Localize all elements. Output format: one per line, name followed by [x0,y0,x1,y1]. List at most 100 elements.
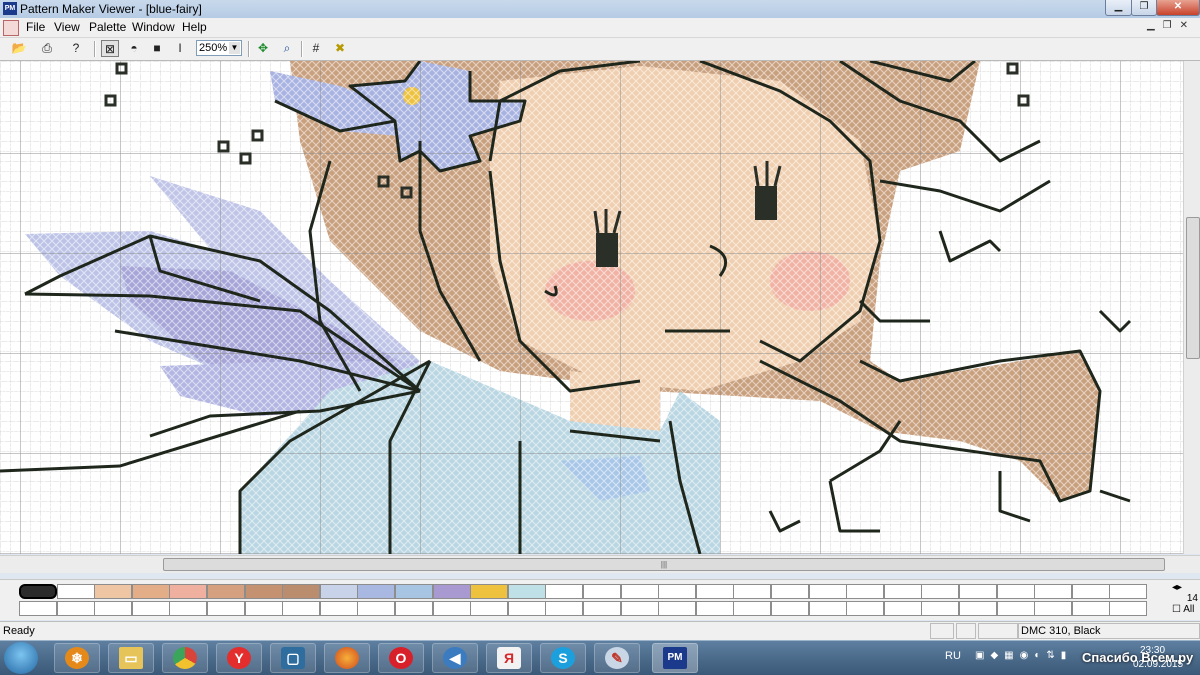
palette-swatch[interactable] [846,601,884,616]
palette-swatch[interactable] [94,601,132,616]
zoom-icon[interactable]: ⌕ [278,40,296,57]
close-button[interactable]: ✕ [1156,0,1200,16]
document-icon[interactable] [3,20,19,36]
palette-swatch[interactable] [433,584,471,599]
palette-swatch[interactable] [19,601,57,616]
palette-swatch[interactable] [245,584,283,599]
full-stitch-icon[interactable]: ⊠ [101,40,119,57]
taskbar-chrome[interactable] [162,643,208,673]
palette-swatch[interactable] [771,601,809,616]
palette-swatch[interactable] [1072,584,1110,599]
palette-swatch[interactable] [921,584,959,599]
text-cursor-icon[interactable]: I [171,40,189,57]
palette-swatch[interactable] [508,601,546,616]
palette-swatch[interactable] [320,601,358,616]
taskbar-yandex[interactable]: Y [216,643,262,673]
system-tray-icons[interactable]: ▣◆▦◉◐⇅▮ [975,650,1072,661]
palette-scroll-arrows[interactable]: ◂▸ [1172,582,1200,593]
palette-swatch[interactable] [583,601,621,616]
menu-file[interactable]: File [26,20,45,34]
palette-swatch[interactable] [997,601,1035,616]
palette-swatch[interactable] [94,584,132,599]
palette-swatch[interactable] [57,601,95,616]
palette-swatch[interactable] [733,584,771,599]
palette-swatch[interactable] [809,601,847,616]
vertical-scrollbar[interactable] [1183,61,1200,554]
palette-swatch[interactable] [245,601,283,616]
open-icon[interactable]: 📂 [10,40,28,57]
palette-swatch[interactable] [320,584,358,599]
palette-swatch[interactable] [169,601,207,616]
palette-swatch[interactable] [621,601,659,616]
horizontal-scrollbar[interactable]: ||| [0,555,1200,573]
palette-swatch[interactable] [696,584,734,599]
stitch-x-icon[interactable]: ✖ [331,40,349,57]
taskbar-firefox[interactable] [324,643,370,673]
taskbar-explorer[interactable]: ▭ [108,643,154,673]
palette-swatch[interactable] [169,584,207,599]
menu-help[interactable]: Help [182,20,207,34]
palette-swatch[interactable] [132,584,170,599]
zoom-select[interactable]: 250% ▼ [196,40,242,56]
mdi-window-controls[interactable]: ▁❐✕ [1147,20,1196,31]
pattern-canvas[interactable] [0,61,1183,554]
taskbar-opera[interactable]: O [378,643,424,673]
taskbar-skype[interactable]: S [540,643,586,673]
palette-swatch[interactable] [1109,601,1147,616]
palette-swatch[interactable] [207,584,245,599]
start-button[interactable] [4,642,38,674]
all-checkbox[interactable]: ☐ All [1172,604,1200,615]
palette-swatch[interactable] [508,584,546,599]
palette-swatch[interactable] [207,601,245,616]
symbol-icon[interactable]: ■ [148,40,166,57]
palette-swatch[interactable] [884,601,922,616]
palette-swatch[interactable] [583,584,621,599]
menu-view[interactable]: View [54,20,80,34]
palette-swatch[interactable] [959,584,997,599]
clock-time[interactable]: 23:30 [1140,645,1165,656]
palette-swatch[interactable] [545,584,583,599]
palette-swatch[interactable] [997,584,1035,599]
menu-window[interactable]: Window [132,20,175,34]
palette-swatch[interactable] [282,601,320,616]
minimize-button[interactable]: ▁ [1105,0,1132,16]
horizontal-scroll-thumb[interactable]: ||| [163,558,1165,571]
palette-swatch[interactable] [1109,584,1147,599]
palette-swatch[interactable] [1072,601,1110,616]
palette-swatch[interactable] [19,584,57,599]
palette-swatch[interactable] [470,584,508,599]
palette-swatch[interactable] [395,584,433,599]
palette-swatch[interactable] [395,601,433,616]
palette-swatch[interactable] [921,601,959,616]
palette-swatch[interactable] [621,584,659,599]
maximize-button[interactable]: ❐ [1131,0,1157,16]
app-icon[interactable]: PM [3,2,17,15]
clock-date[interactable]: 02.09.2015 [1133,659,1183,670]
palette-swatch[interactable] [658,584,696,599]
palette-swatch[interactable] [959,601,997,616]
grid-icon[interactable]: # [307,40,325,57]
palette-swatch[interactable] [433,601,471,616]
palette-swatch[interactable] [1034,584,1072,599]
palette-swatch[interactable] [545,601,583,616]
help-icon[interactable]: ? [67,40,85,57]
taskbar-kmplayer[interactable]: ▢ [270,643,316,673]
palette-swatch[interactable] [357,584,395,599]
palette-swatch[interactable] [470,601,508,616]
taskbar-pattern-maker[interactable]: PM [652,643,698,673]
taskbar-app-1[interactable]: ❄ [54,643,100,673]
palette-swatch[interactable] [357,601,395,616]
fit-icon[interactable]: ✥ [254,40,272,57]
language-indicator[interactable]: RU [945,650,961,662]
palette-swatch[interactable] [809,584,847,599]
palette-swatch[interactable] [696,601,734,616]
half-stitch-icon[interactable]: ◓ [125,40,143,57]
palette-swatch[interactable] [57,584,95,599]
palette-swatch[interactable] [771,584,809,599]
vertical-scroll-thumb[interactable] [1186,217,1200,359]
palette-swatch[interactable] [1034,601,1072,616]
taskbar-audio[interactable]: ◀ [432,643,478,673]
print-icon[interactable]: ⎙ [38,40,56,57]
taskbar-paint[interactable]: ✎ [594,643,640,673]
taskbar-yandex-browser[interactable]: Я [486,643,532,673]
